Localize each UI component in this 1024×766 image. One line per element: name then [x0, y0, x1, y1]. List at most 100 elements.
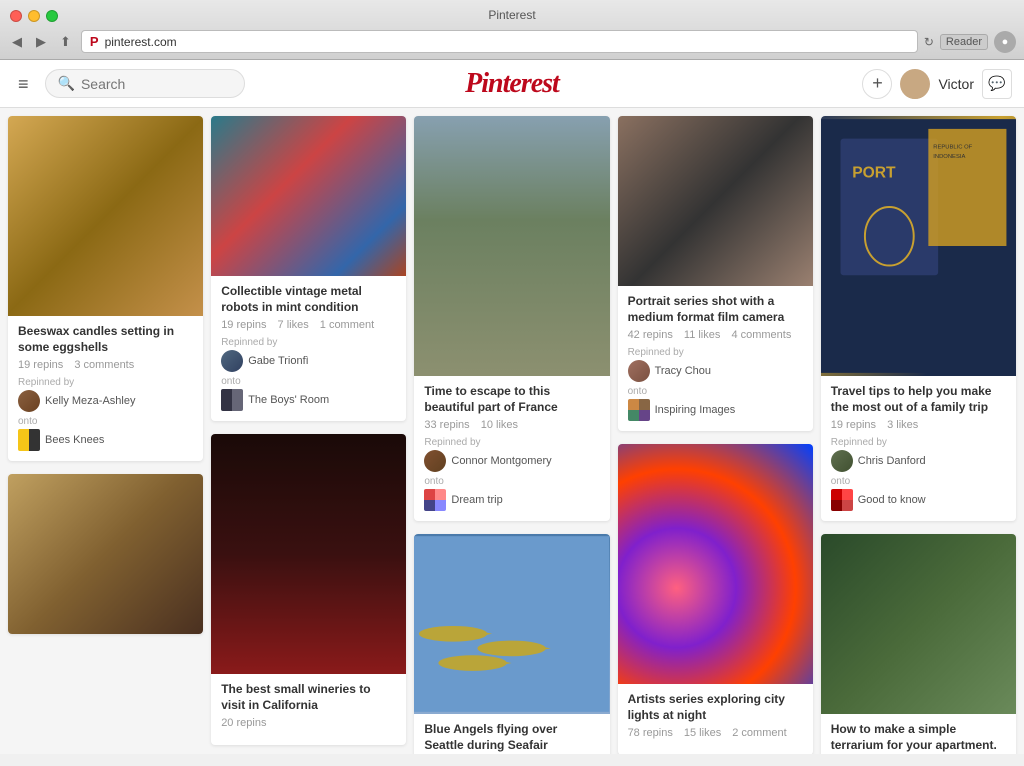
pin-card-lights[interactable]: Artists series exploring city lights at … [618, 444, 813, 754]
pin-meta: 42 repins 11 likes 4 comments [628, 329, 803, 341]
likes-count: 10 likes [481, 419, 518, 431]
board-thumb [18, 429, 40, 451]
repinner-name: Chris Danford [858, 455, 926, 467]
pin-card-terrarium[interactable]: How to make a simple terrarium for your … [821, 534, 1016, 754]
share-button[interactable]: ⬆ [56, 32, 75, 52]
search-icon: 🔍 [58, 75, 75, 92]
pin-title: Artists series exploring city lights at … [628, 692, 803, 723]
board-thumb [424, 489, 446, 511]
user-name: Victor [938, 76, 974, 92]
pin-image-camera [618, 116, 813, 286]
comment-count: 3 comments [74, 359, 134, 371]
pin-body-wine: The best small wineries to visit in Cali… [211, 674, 406, 745]
messages-button[interactable]: 💬 [982, 69, 1012, 99]
likes-count: 7 likes [278, 319, 309, 331]
add-button[interactable]: + [862, 69, 892, 99]
pin-title: Beeswax candles setting in some eggshell… [18, 324, 193, 355]
pinterest-logo: Pinterest [465, 68, 559, 100]
pin-image-terrarium [821, 534, 1016, 714]
close-button[interactable] [10, 10, 22, 22]
address-bar: P [81, 30, 918, 53]
search-box: 🔍 [45, 69, 245, 98]
repinner: Tracy Chou [628, 360, 803, 382]
repinned-label: Repinned by [628, 347, 803, 358]
pin-image-passport: PORT REPUBLIC OF INDONESIA [821, 116, 1016, 376]
pin-meta: 19 repins 3 likes [831, 419, 1006, 431]
pin-body-lights: Artists series exploring city lights at … [618, 684, 813, 754]
repin-count: 19 repins [221, 319, 266, 331]
menu-button[interactable]: ≡ [12, 71, 35, 97]
pin-body-camera: Portrait series shot with a medium forma… [618, 286, 813, 431]
repinner: Gabe Trionfì [221, 350, 396, 372]
maximize-button[interactable] [46, 10, 58, 22]
pin-body-passport: Travel tips to help you make the most ou… [821, 376, 1016, 521]
likes-count: 15 likes [684, 727, 721, 739]
pin-card-passport[interactable]: PORT REPUBLIC OF INDONESIA Travel tips t… [821, 116, 1016, 521]
repinner: Connor Montgomery [424, 450, 599, 472]
pin-card-camera[interactable]: Portrait series shot with a medium forma… [618, 116, 813, 431]
pin-image-lights [618, 444, 813, 684]
pin-card-party[interactable] [8, 474, 203, 634]
onto-board: Good to know [831, 489, 1006, 511]
repinner-name: Kelly Meza-Ashley [45, 395, 135, 407]
repinner-avatar [424, 450, 446, 472]
repinner-name: Tracy Chou [655, 365, 711, 377]
pin-title: Time to escape to this beautiful part of… [424, 384, 599, 415]
browser-chrome: Pinterest ◀ ▶ ⬆ P ↻ Reader ● [0, 0, 1024, 60]
pin-card-beeswax[interactable]: Beeswax candles setting in some eggshell… [8, 116, 203, 461]
onto-label: onto [831, 476, 1006, 487]
pin-title: Blue Angels flying over Seattle during S… [424, 722, 599, 753]
onto-label: onto [424, 476, 599, 487]
repinned-label: Repinned by [221, 337, 396, 348]
pin-title: Travel tips to help you make the most ou… [831, 384, 1006, 415]
pin-body-france: Time to escape to this beautiful part of… [414, 376, 609, 521]
likes-count: 11 likes [684, 329, 720, 341]
pin-meta: 19 repins 7 likes 1 comment [221, 319, 396, 331]
repinned-label: Repinned by [831, 437, 1006, 448]
extension-button[interactable]: ● [994, 31, 1016, 53]
avatar[interactable] [900, 69, 930, 99]
repin-count: 33 repins [424, 419, 469, 431]
back-button[interactable]: ◀ [8, 32, 26, 52]
board-name: Bees Knees [45, 434, 104, 446]
pin-card-jets[interactable]: Blue Angels flying over Seattle during S… [414, 534, 609, 754]
pin-image-party [8, 474, 203, 634]
url-input[interactable] [105, 35, 909, 49]
search-input[interactable] [81, 76, 221, 92]
svg-text:PORT: PORT [852, 165, 896, 182]
board-thumb [831, 489, 853, 511]
reload-button[interactable]: ↻ [924, 35, 934, 49]
pin-image-robots [211, 116, 406, 276]
repinned-label: Repinned by [18, 377, 193, 388]
repinned-label: Repinned by [424, 437, 599, 448]
pin-body-terrarium: How to make a simple terrarium for your … [821, 714, 1016, 754]
onto-board: Bees Knees [18, 429, 193, 451]
pin-image-france [414, 116, 609, 376]
repin-count: 19 repins [18, 359, 63, 371]
minimize-button[interactable] [28, 10, 40, 22]
pin-card-robots[interactable]: Collectible vintage metal robots in mint… [211, 116, 406, 421]
repin-count: 20 repins [221, 717, 266, 729]
reader-button[interactable]: Reader [940, 34, 988, 50]
pinterest-app: ≡ 🔍 Pinterest + Victor 💬 Beeswax candles… [0, 60, 1024, 754]
pin-meta: 19 repins 3 comments [18, 359, 193, 371]
repinner-avatar [628, 360, 650, 382]
forward-button[interactable]: ▶ [32, 32, 50, 52]
repin-count: 42 repins [628, 329, 673, 341]
board-name: Inspiring Images [655, 404, 736, 416]
comment-count: 4 comments [731, 329, 791, 341]
pin-grid: Beeswax candles setting in some eggshell… [0, 108, 1024, 754]
repin-count: 78 repins [628, 727, 673, 739]
svg-text:INDONESIA: INDONESIA [933, 154, 965, 160]
pin-image-wine [211, 434, 406, 674]
browser-title: Pinterest [488, 8, 535, 22]
onto-label: onto [628, 386, 803, 397]
pin-body-beeswax: Beeswax candles setting in some eggshell… [8, 316, 203, 461]
nav-right: + Victor 💬 [862, 69, 1012, 99]
pin-meta: 20 repins [221, 717, 396, 729]
repinner-name: Gabe Trionfì [248, 355, 309, 367]
repinner-name: Connor Montgomery [451, 455, 551, 467]
pin-card-france[interactable]: Time to escape to this beautiful part of… [414, 116, 609, 521]
pin-card-wine[interactable]: The best small wineries to visit in Cali… [211, 434, 406, 745]
board-thumb [628, 399, 650, 421]
